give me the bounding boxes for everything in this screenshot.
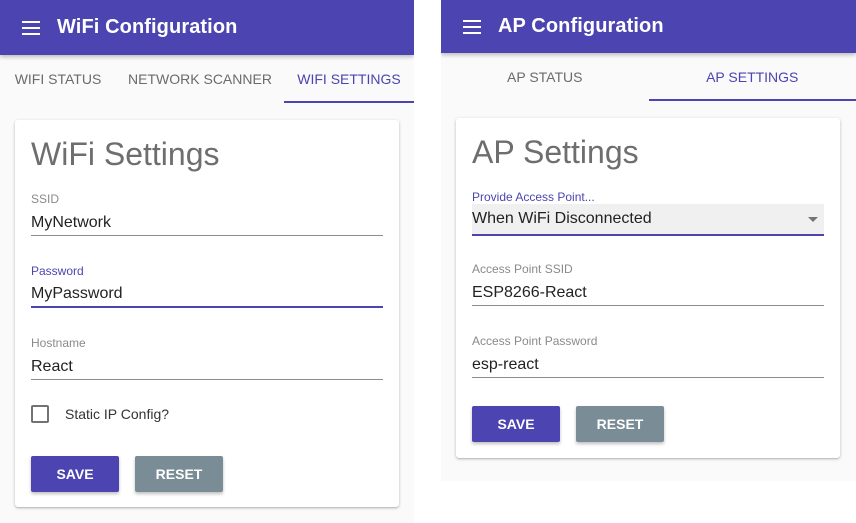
tab-ap-settings[interactable]: AP SETTINGS [648, 53, 856, 101]
provision-mode-field: Provide Access Point... When WiFi Discon… [472, 190, 824, 236]
tab-network-scanner[interactable]: NETWORK SCANNER [116, 55, 284, 103]
ssid-field: SSID [31, 192, 383, 236]
card-title: WiFi Settings [31, 136, 220, 172]
tab-wifi-status[interactable]: WIFI STATUS [0, 55, 116, 103]
password-field: Password [31, 264, 383, 308]
provision-mode-select[interactable]: When WiFi Disconnected [472, 204, 824, 236]
ssid-input[interactable] [31, 206, 383, 236]
card-title: AP Settings [472, 134, 639, 170]
app-title: WiFi Configuration [57, 16, 238, 38]
static-ip-checkbox-row[interactable]: Static IP Config? [31, 405, 169, 423]
password-input[interactable] [31, 278, 383, 308]
tab-bar: WIFI STATUS NETWORK SCANNER WIFI SETTING… [0, 55, 414, 103]
hostname-field: Hostname [31, 336, 383, 380]
ap-password-field: Access Point Password [472, 334, 824, 378]
ap-password-input[interactable] [472, 348, 824, 378]
dropdown-arrow-icon [808, 217, 818, 222]
provision-mode-value: When WiFi Disconnected [472, 210, 652, 227]
static-ip-label: Static IP Config? [65, 406, 170, 422]
app-bar: WiFi Configuration [0, 0, 414, 55]
ap-ssid-label: Access Point SSID [472, 262, 573, 276]
save-button[interactable]: SAVE [31, 456, 119, 492]
tab-wifi-settings[interactable]: WIFI SETTINGS [284, 55, 414, 103]
tab-ap-status[interactable]: AP STATUS [441, 53, 649, 101]
menu-icon[interactable] [22, 20, 40, 35]
ap-settings-card: AP Settings Provide Access Point... When… [456, 118, 840, 458]
provision-mode-label: Provide Access Point... [472, 190, 595, 204]
ap-configuration-panel: AP Configuration AP STATUS AP SETTINGS A… [441, 0, 856, 481]
static-ip-checkbox[interactable] [31, 405, 49, 423]
wifi-settings-card: WiFi Settings SSID Password Hostname Sta… [15, 120, 399, 507]
hostname-label: Hostname [31, 336, 86, 350]
reset-button[interactable]: RESET [135, 456, 223, 492]
save-button[interactable]: SAVE [472, 406, 560, 442]
app-title: AP Configuration [498, 15, 664, 37]
ap-ssid-input[interactable] [472, 276, 824, 306]
menu-icon[interactable] [463, 19, 481, 34]
app-bar: AP Configuration [441, 0, 856, 53]
wifi-configuration-panel: WiFi Configuration WIFI STATUS NETWORK S… [0, 0, 414, 523]
hostname-input[interactable] [31, 350, 383, 380]
reset-button[interactable]: RESET [576, 406, 664, 442]
ap-ssid-field: Access Point SSID [472, 262, 824, 306]
password-label: Password [31, 264, 84, 278]
ap-password-label: Access Point Password [472, 334, 598, 348]
ssid-label: SSID [31, 192, 60, 206]
tab-bar: AP STATUS AP SETTINGS [441, 53, 856, 101]
